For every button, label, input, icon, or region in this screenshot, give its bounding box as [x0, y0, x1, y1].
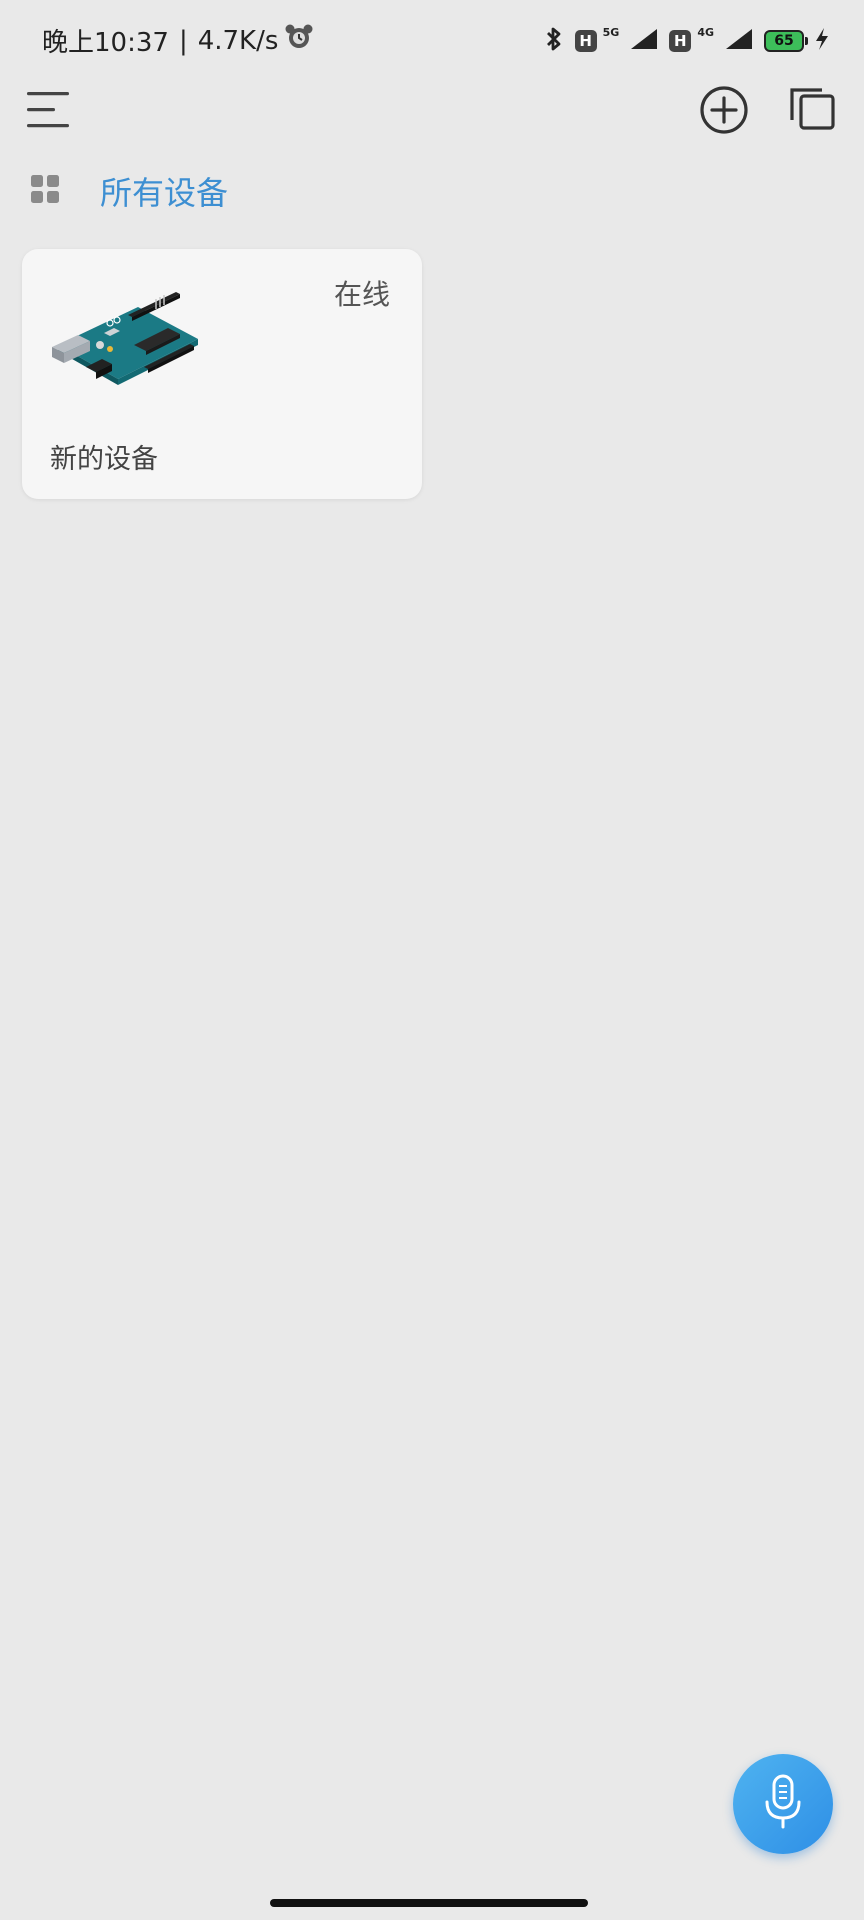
bluetooth-icon	[543, 26, 565, 56]
group-header[interactable]: 所有设备	[30, 168, 228, 214]
add-device-button[interactable]	[694, 82, 754, 142]
status-left: 晚上10:37 | 4.7K/s	[42, 22, 314, 59]
hd-icon: H	[669, 30, 692, 52]
menu-button[interactable]	[18, 82, 78, 142]
status-right: H 5G H 4G 65	[543, 26, 830, 56]
group-title: 所有设备	[100, 174, 229, 212]
net-speed: 4.7K/s	[197, 25, 279, 56]
status-time: 晚上10:37	[42, 28, 169, 58]
signal-icon	[629, 27, 659, 55]
multi-select-icon	[786, 84, 838, 140]
microphone-icon	[759, 1772, 807, 1836]
arduino-board-image	[48, 287, 208, 407]
grid-icon	[30, 174, 60, 208]
status-bar: 晚上10:37 | 4.7K/s H 5G H 4G 65	[0, 0, 864, 84]
multi-select-button[interactable]	[782, 82, 842, 142]
gesture-bar[interactable]	[270, 1899, 588, 1907]
device-status: 在线	[333, 278, 390, 311]
voice-button[interactable]	[733, 1754, 833, 1854]
hd-icon: H	[574, 30, 597, 52]
alarm-icon	[284, 22, 314, 59]
sim1-network-label: 5G	[602, 25, 620, 39]
menu-icon	[23, 88, 73, 136]
signal-icon	[724, 27, 754, 55]
charging-icon	[814, 27, 830, 55]
status-separator: |	[178, 25, 188, 56]
device-name: 新的设备	[50, 444, 158, 475]
battery-icon: 65	[764, 30, 808, 52]
device-card[interactable]: 在线 新的设备	[22, 249, 422, 499]
sim2-network-label: 4G	[697, 25, 714, 39]
add-circle-icon	[698, 84, 750, 140]
